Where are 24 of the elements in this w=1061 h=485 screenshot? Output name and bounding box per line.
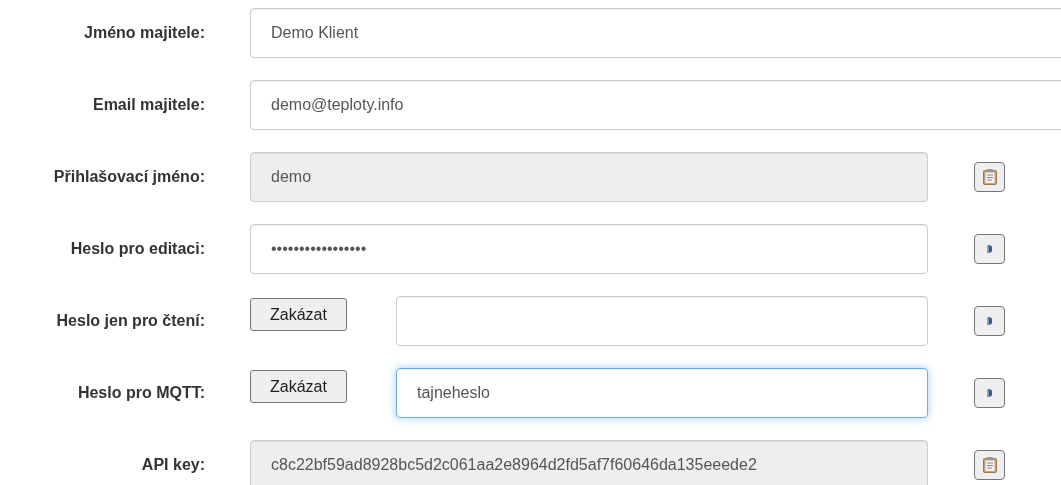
field-label: API key: [140, 455, 205, 475]
field-label: Heslo pro MQTT: [76, 383, 205, 403]
disable-button[interactable]: Zakázat [250, 298, 347, 331]
half-circle-icon [987, 317, 992, 325]
input-field[interactable] [396, 296, 928, 346]
copy-button[interactable] [974, 450, 1005, 480]
field-label: Jméno majitele: [83, 23, 205, 43]
field-label: Přihlašovací jméno: [52, 167, 205, 187]
copy-button[interactable] [974, 162, 1005, 192]
input-field[interactable]: ••••••••••••••••• [250, 224, 928, 274]
disable-button[interactable]: Zakázat [250, 370, 347, 403]
input-field[interactable]: tajneheslo [396, 368, 928, 418]
reveal-button[interactable] [974, 234, 1005, 264]
clipboard-icon [982, 457, 997, 473]
reveal-button[interactable] [974, 306, 1005, 336]
field-label: Email majitele: [91, 95, 205, 115]
half-circle-icon [987, 389, 992, 397]
half-circle-icon [987, 245, 992, 253]
input-field[interactable]: Demo Klient [250, 8, 1061, 58]
clipboard-icon [982, 169, 997, 185]
field-label: Heslo jen pro čtení: [55, 311, 205, 331]
field-label: Heslo pro editaci: [69, 239, 205, 259]
input-field[interactable]: demo@teploty.info [250, 80, 1061, 130]
reveal-button[interactable] [974, 378, 1005, 408]
